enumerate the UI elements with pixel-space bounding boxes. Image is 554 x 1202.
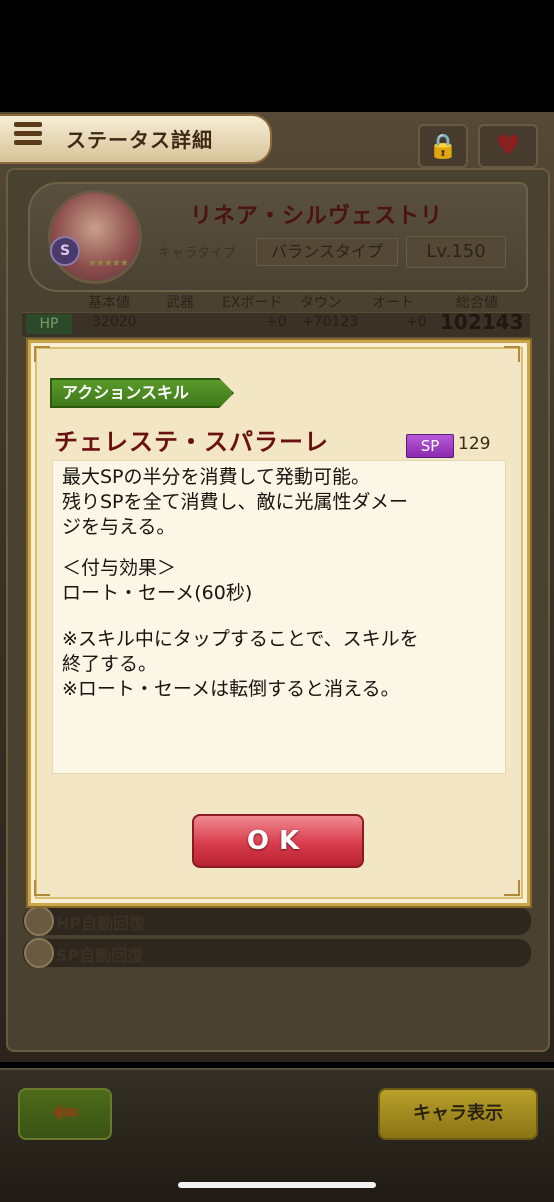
description-line: ＜付与効果＞ (62, 557, 177, 579)
description-line: ※ロート・セーメは転倒すると消える。 (62, 678, 400, 700)
rank-badge: S (50, 236, 80, 266)
description-line: ※スキル中にタップすることで、スキルを (62, 628, 419, 650)
top-status-area (0, 0, 554, 112)
level-value: Lv.150 (406, 236, 506, 268)
hp-regen-icon (24, 906, 54, 936)
back-button[interactable]: ⬅ (18, 1088, 112, 1140)
description-line: 最大SPの半分を消費して発動可能。 (62, 466, 370, 488)
stat-col-base: 基本値 (88, 295, 130, 311)
description-line: 終了する。 (62, 653, 158, 675)
sp-cost: 129 (458, 434, 491, 454)
type-value: バランスタイプ (256, 238, 398, 266)
home-indicator[interactable] (178, 1182, 376, 1188)
page-title: ステータス詳細 (66, 128, 213, 152)
stat-col-auto: オート (372, 295, 414, 311)
dialog-corner-ornament (34, 346, 50, 362)
character-name: リネア・シルヴェストリ (190, 204, 444, 229)
sp-regen-icon (24, 938, 54, 968)
description-line: ロート・セーメ(60秒) (62, 582, 253, 604)
hp-exboard: +0 (266, 314, 287, 330)
character-view-button[interactable]: キャラ表示 (378, 1088, 538, 1140)
back-arrow-icon: ⬅ (50, 1092, 80, 1132)
lock-icon[interactable]: 🔒 (418, 124, 468, 168)
stat-col-total: 総合値 (456, 295, 498, 311)
type-label: キャラタイプ (158, 246, 237, 261)
hp-auto: +0 (406, 314, 427, 330)
skill-name: チェレステ・スパラーレ (54, 428, 329, 456)
dialog-corner-ornament (504, 346, 520, 362)
hp-label: HP (26, 314, 72, 334)
stat-col-exboard: EXボード (222, 295, 283, 311)
stat-col-weapon: 武器 (166, 295, 194, 311)
menu-icon[interactable] (14, 122, 42, 148)
description-line: ジを与える。 (62, 516, 176, 538)
dialog-corner-ornament (504, 880, 520, 896)
hp-town: +70123 (302, 314, 359, 330)
rarity-stars-icon: ★★★★★ (88, 258, 129, 269)
description-line: 残りSPを全て消費し、敵に光属性ダメー (62, 491, 408, 513)
heart-icon[interactable]: ♥ (478, 124, 538, 168)
sp-regen-label: SP自動回復 (56, 946, 144, 965)
dialog-corner-ornament (34, 880, 50, 896)
stat-col-town: タウン (300, 295, 342, 311)
hp-regen-label: HP自動回復 (56, 914, 146, 933)
ok-button[interactable]: OK (192, 814, 364, 868)
hp-base: 32020 (92, 314, 137, 330)
hp-total: 102143 (440, 310, 524, 334)
sp-badge: SP (406, 434, 454, 458)
skill-type-tag: アクションスキル (50, 378, 234, 408)
